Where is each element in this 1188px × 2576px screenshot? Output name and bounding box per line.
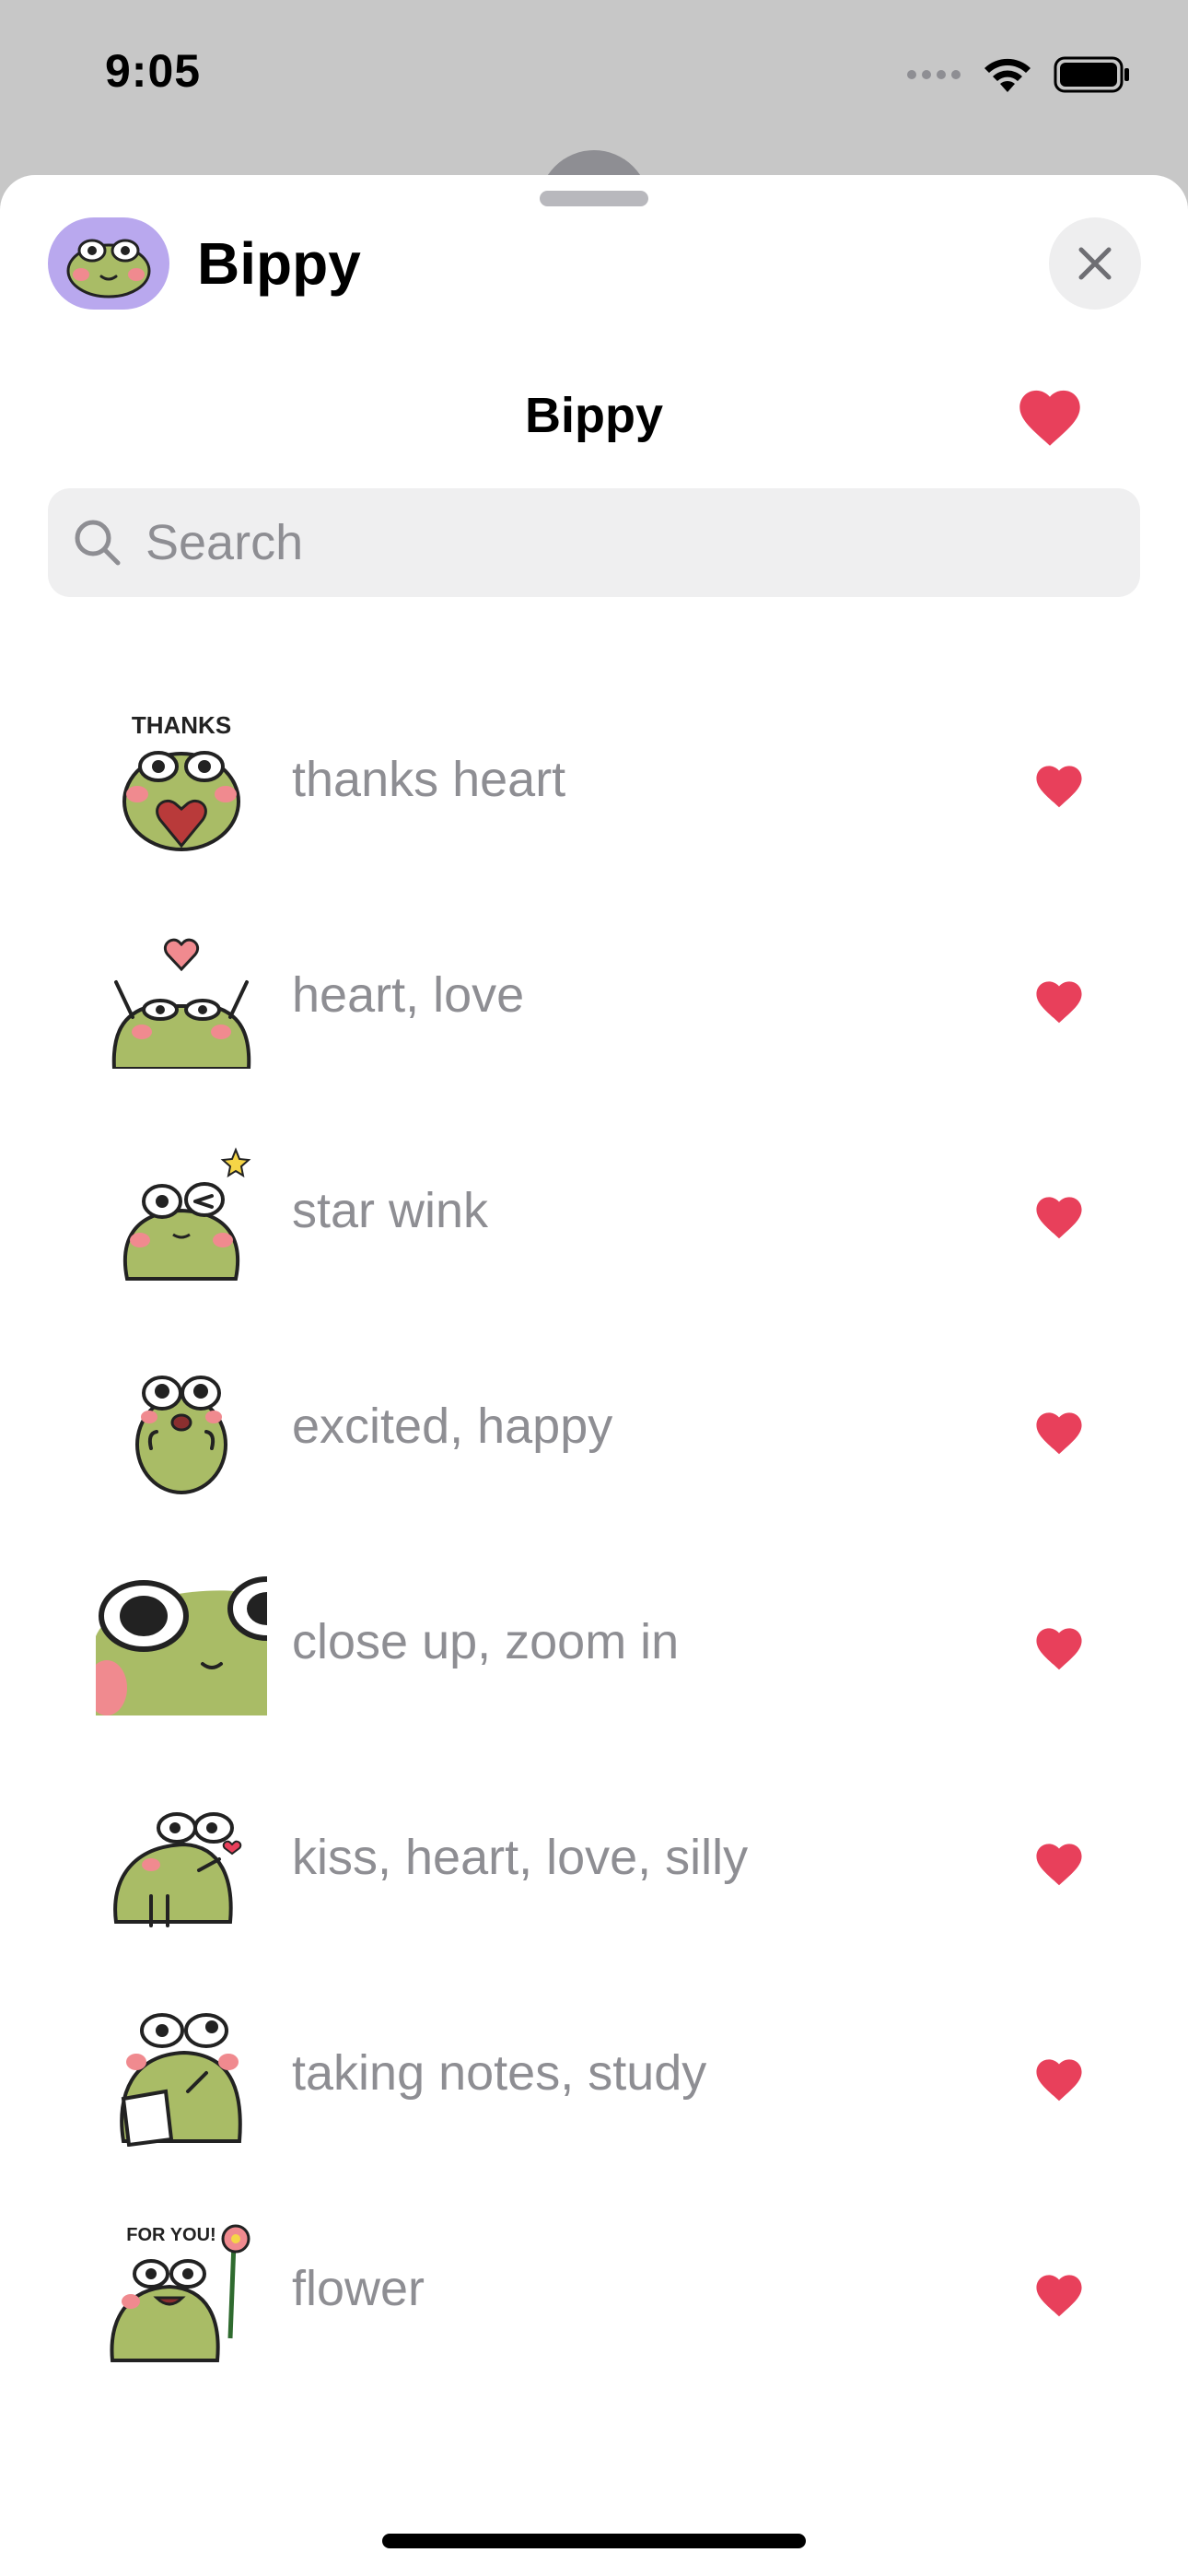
sticker-label: flower (292, 2261, 425, 2316)
list-item[interactable]: kiss, heart, love, silly (0, 1751, 1188, 1966)
battery-icon (1054, 56, 1129, 93)
status-bar: 9:05 (0, 0, 1188, 157)
list-item[interactable]: star wink (0, 1104, 1188, 1319)
favorite-heart-icon[interactable] (1031, 2268, 1087, 2318)
sticker-label: taking notes, study (292, 2045, 707, 2101)
favorite-heart-icon[interactable] (1031, 1837, 1087, 1887)
cellular-signal-icon (907, 70, 961, 79)
sticker-label: close up, zoom in (292, 1614, 680, 1669)
sticker-label: star wink (292, 1183, 489, 1238)
search-bar[interactable] (48, 488, 1140, 597)
sticker-label: kiss, heart, love, silly (292, 1830, 749, 1885)
favorite-heart-icon[interactable] (1031, 2053, 1087, 2102)
favorite-heart-icon[interactable] (1031, 1406, 1087, 1456)
status-icons (906, 55, 1131, 94)
close-button[interactable] (1049, 217, 1141, 310)
app-avatar (48, 217, 169, 310)
sticker-label: excited, happy (292, 1399, 613, 1454)
sticker-pack-sheet: Bippy Bippy THANKS (0, 175, 1188, 2576)
list-item[interactable]: FOR YOU! flower (0, 2182, 1188, 2397)
list-item[interactable]: excited, happy (0, 1319, 1188, 1535)
frog-heart-love-sticker[interactable] (96, 925, 267, 1069)
list-item[interactable]: close up, zoom in (0, 1535, 1188, 1751)
favorite-heart-icon[interactable] (1031, 759, 1087, 809)
frog-close-up-sticker[interactable] (96, 1572, 267, 1715)
list-item[interactable]: heart, love (0, 888, 1188, 1104)
favorite-heart-icon[interactable] (1031, 1622, 1087, 1671)
sticker-label: heart, love (292, 967, 525, 1023)
frog-thanks-sticker[interactable]: THANKS (96, 709, 267, 853)
sticker-caption: THANKS (132, 711, 231, 739)
frog-kiss-sticker[interactable] (96, 1787, 267, 1931)
frog-star-wink-sticker[interactable] (96, 1141, 267, 1284)
status-time: 9:05 (105, 45, 202, 97)
sheet-grabber[interactable] (540, 191, 648, 206)
list-item[interactable]: THANKS thanks heart (0, 673, 1188, 888)
sticker-caption: FOR YOU! (126, 2225, 215, 2245)
frog-face-icon (66, 239, 151, 299)
pack-favorite-heart-icon[interactable] (1013, 381, 1087, 448)
home-indicator[interactable] (382, 2534, 806, 2548)
sticker-label: thanks heart (292, 752, 566, 807)
favorite-heart-icon[interactable] (1031, 1190, 1087, 1240)
sticker-list: THANKS thanks heart heart, love star win… (0, 673, 1188, 2397)
frog-flower-sticker[interactable]: FOR YOU! (96, 2219, 267, 2362)
list-item[interactable]: taking notes, study (0, 1966, 1188, 2182)
close-icon (1078, 247, 1112, 280)
search-icon (75, 520, 121, 566)
wifi-icon (984, 58, 1031, 92)
pack-title: Bippy (524, 388, 663, 443)
favorite-heart-icon[interactable] (1031, 975, 1087, 1025)
app-name: Bippy (197, 230, 361, 297)
frog-excited-sticker[interactable] (96, 1356, 267, 1500)
app-header: Bippy (48, 217, 361, 310)
frog-notes-sticker[interactable] (96, 2003, 267, 2147)
search-input[interactable] (144, 513, 1068, 572)
